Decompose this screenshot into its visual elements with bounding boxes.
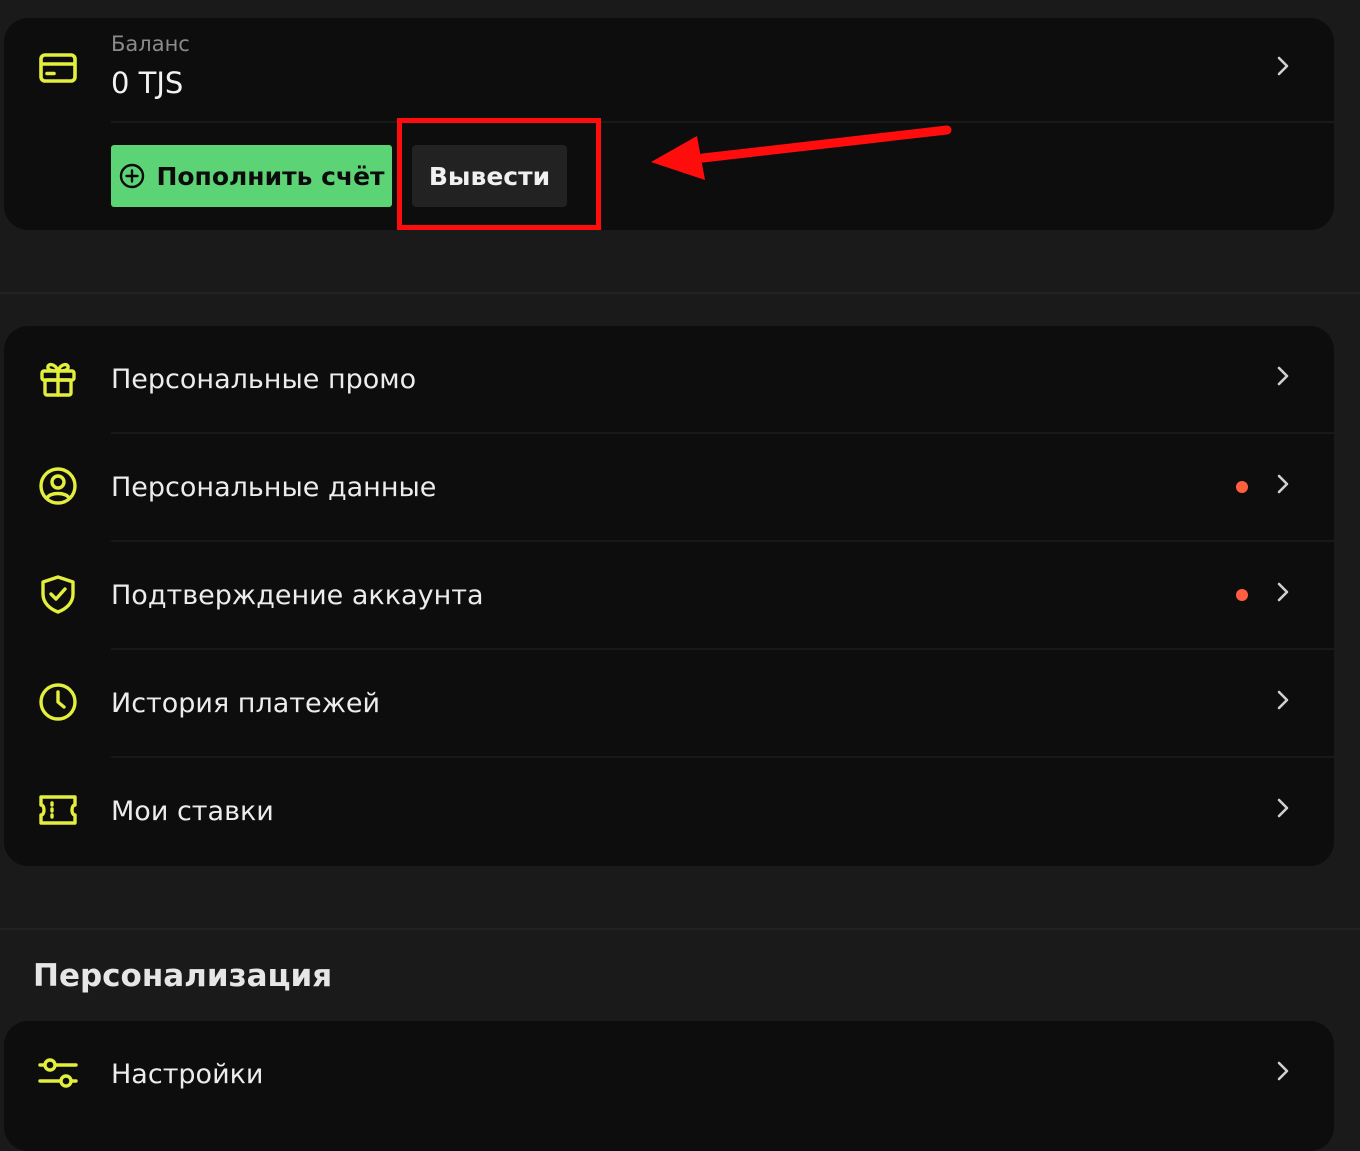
chevron-right-icon: [1271, 472, 1295, 496]
withdraw-button-label: Вывести: [428, 161, 551, 191]
clock-icon: [36, 680, 80, 724]
ticket-icon: [36, 788, 80, 832]
plus-circle-icon: [120, 163, 145, 189]
balance-value: 0 TJS: [111, 66, 184, 100]
menu-item-personal-data[interactable]: Персональные данные: [4, 434, 1334, 542]
user-circle-icon: [36, 464, 80, 508]
personalization-title: Персонализация: [33, 958, 333, 994]
credit-card-icon: [36, 46, 80, 90]
balance-divider: [111, 121, 1334, 123]
menu-item-label: Персональные промо: [111, 364, 417, 395]
menu-item-settings[interactable]: Настройки: [4, 1021, 1334, 1129]
notification-dot: [1236, 481, 1248, 493]
chevron-right-icon[interactable]: [1271, 54, 1295, 78]
notification-dot: [1236, 589, 1248, 601]
section-separator: [0, 292, 1360, 294]
chevron-right-icon: [1271, 364, 1295, 388]
menu-item-label: История платежей: [111, 688, 381, 719]
shield-check-icon: [36, 572, 80, 616]
chevron-right-icon: [1271, 580, 1295, 604]
menu-item-personal-promo[interactable]: Персональные промо: [4, 326, 1334, 434]
chevron-right-icon: [1271, 796, 1295, 820]
menu-item-label: Мои ставки: [111, 796, 274, 827]
menu-item-payment-history[interactable]: История платежей: [4, 650, 1334, 758]
menu-item-label: Персональные данные: [111, 472, 437, 503]
chevron-right-icon: [1271, 688, 1295, 712]
sliders-icon: [36, 1051, 80, 1095]
menu-item-label: Подтверждение аккаунта: [111, 580, 484, 611]
menu-item-account-verification[interactable]: Подтверждение аккаунта: [4, 542, 1334, 650]
personalization-card: Настройки: [4, 1021, 1334, 1151]
balance-label: Баланс: [111, 32, 190, 56]
chevron-right-icon: [1271, 1059, 1295, 1083]
menu-item-my-bets[interactable]: Мои ставки: [4, 758, 1334, 866]
withdraw-button[interactable]: Вывести: [412, 145, 567, 207]
gift-icon: [36, 356, 80, 400]
section-separator: [0, 928, 1360, 930]
menu-item-label: Настройки: [111, 1059, 264, 1090]
balance-card: Баланс 0 TJS Пополнить счёт Вывести: [4, 18, 1334, 230]
deposit-button-label: Пополнить счёт: [156, 161, 385, 191]
deposit-button[interactable]: Пополнить счёт: [111, 145, 392, 207]
account-menu-card: Персональные промо Персональные данные П…: [4, 326, 1334, 866]
